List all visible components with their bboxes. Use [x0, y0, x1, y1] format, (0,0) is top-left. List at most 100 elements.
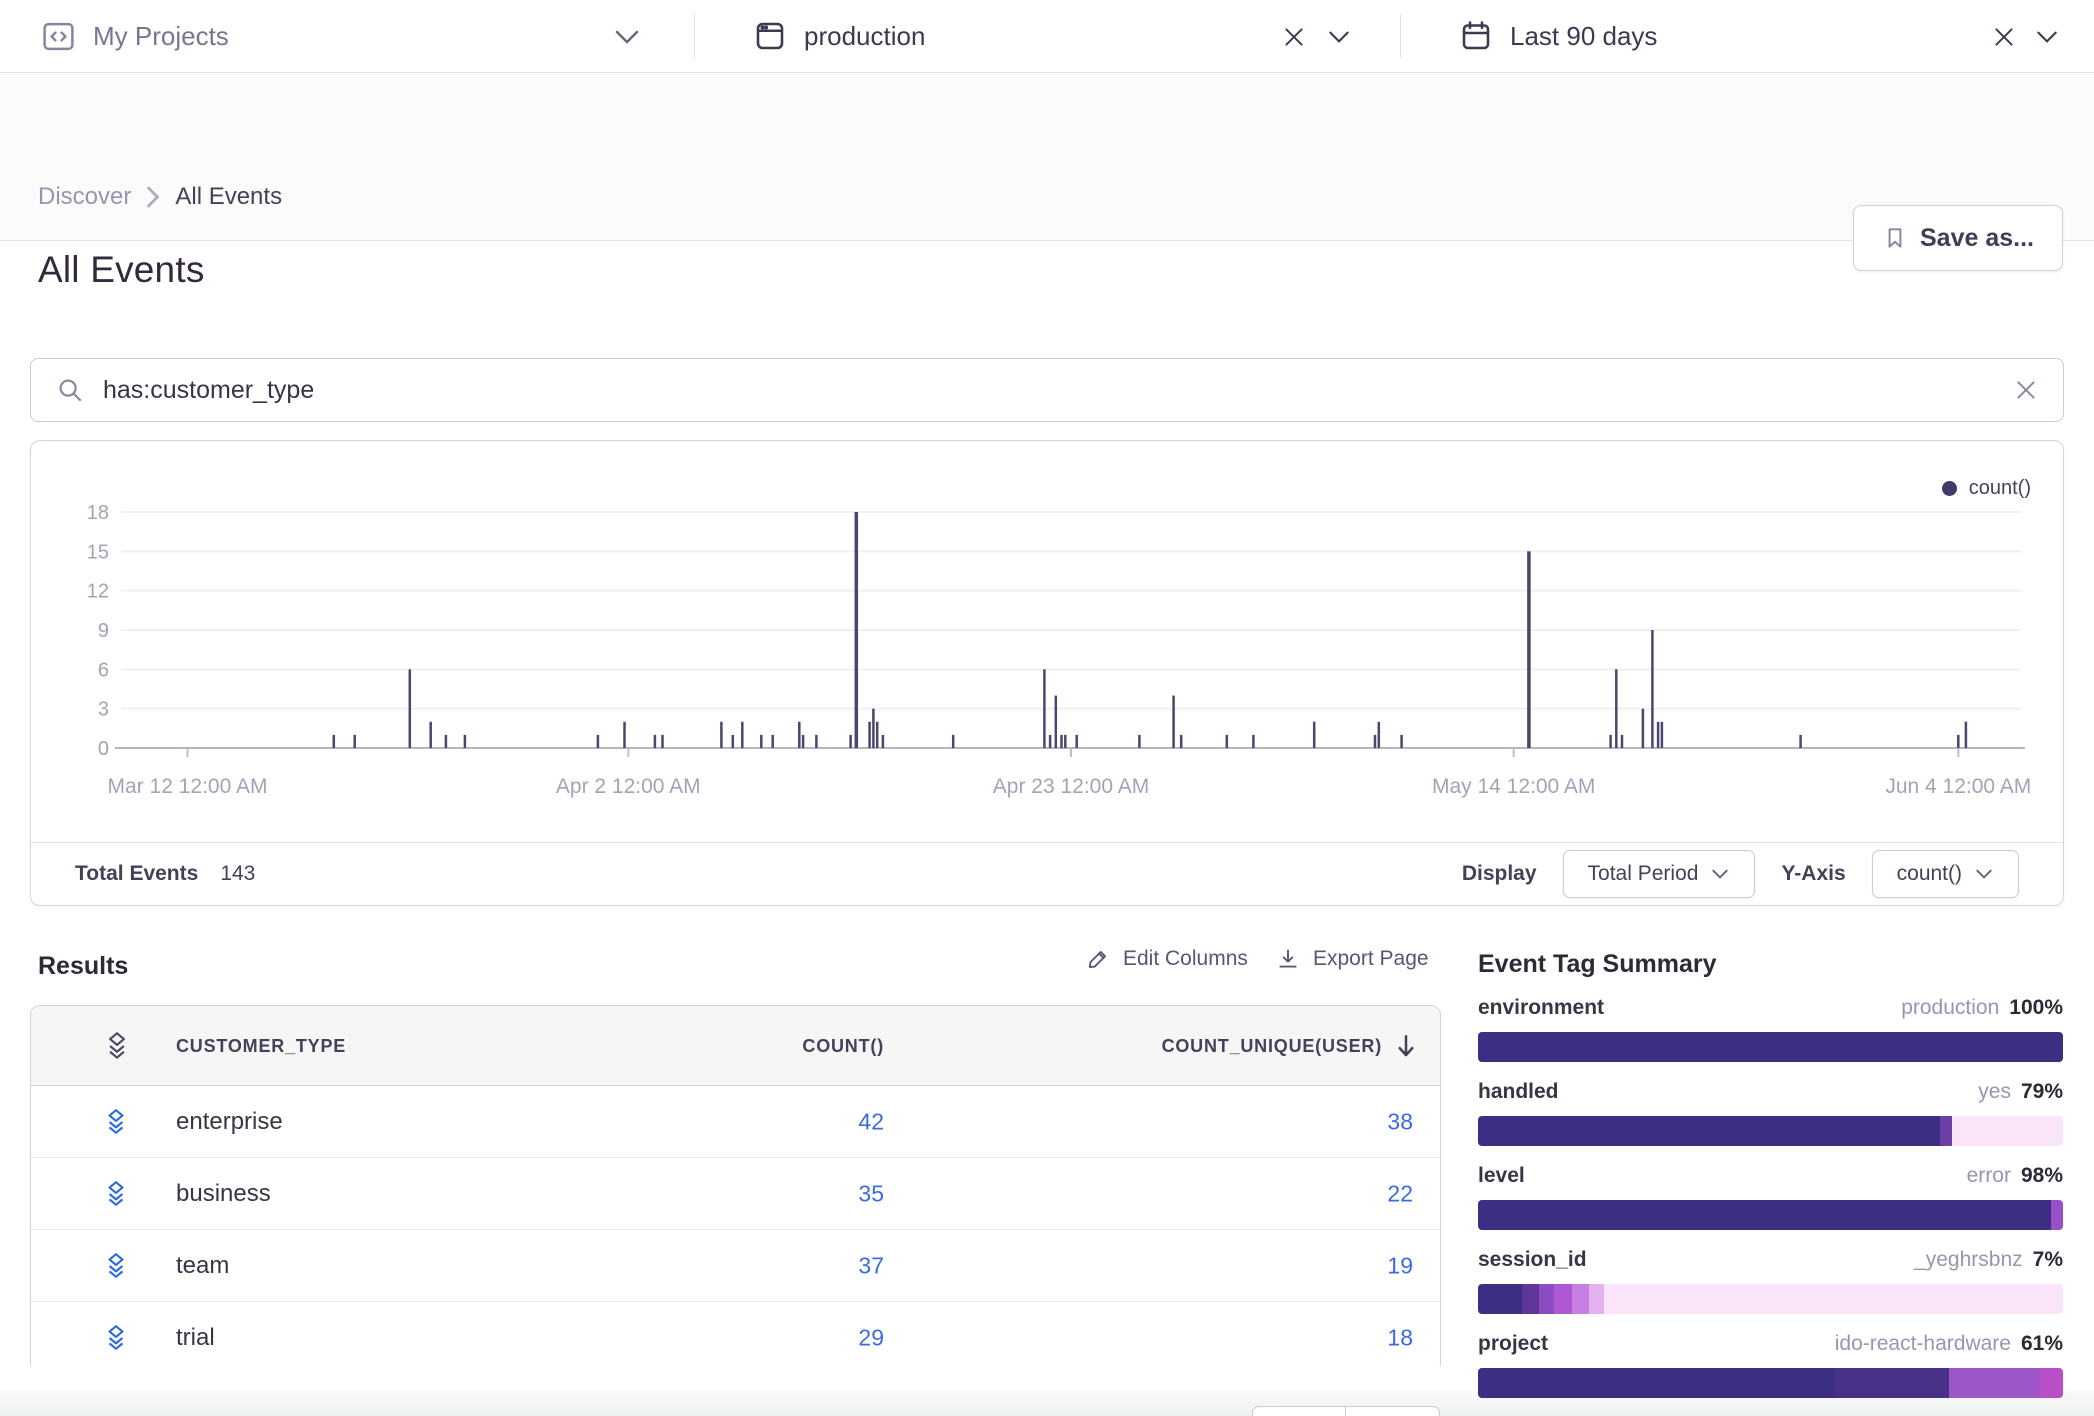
tag-top-value: production [1901, 996, 1999, 1020]
tag-key: level [1478, 1164, 1525, 1188]
display-select[interactable]: Total Period [1563, 850, 1756, 898]
pencil-icon [1085, 946, 1111, 972]
projects-icon [40, 18, 77, 55]
table-row[interactable]: team 37 19 [31, 1230, 1440, 1302]
tag-top-value: ido-react-hardware [1835, 1332, 2011, 1356]
count-unique-user-link[interactable]: 19 [1387, 1252, 1413, 1279]
total-events-value: 143 [220, 862, 255, 886]
search-icon [55, 375, 85, 405]
layers-icon [103, 1180, 129, 1208]
environment-filter[interactable]: production [752, 0, 925, 72]
chevron-down-icon[interactable] [1326, 28, 1352, 46]
page-header: Discover All Events All Events Save as..… [0, 73, 2094, 241]
project-selector[interactable]: My Projects [40, 0, 229, 72]
edit-columns-button[interactable]: Edit Columns [1085, 946, 1248, 972]
layers-icon [103, 1108, 129, 1136]
page-title: All Events [38, 249, 205, 291]
tag-key: session_id [1478, 1248, 1587, 1272]
calendar-icon [1458, 18, 1494, 54]
display-label: Display [1462, 862, 1537, 886]
tag-distribution-bar[interactable] [1478, 1284, 2063, 1314]
tag-percent: 7% [2033, 1248, 2063, 1272]
tag-key: project [1478, 1332, 1548, 1356]
svg-text:Apr 23 12:00 AM: Apr 23 12:00 AM [993, 775, 1149, 798]
chevron-down-icon[interactable] [2034, 28, 2060, 46]
download-icon [1275, 946, 1301, 972]
tag-percent: 100% [2009, 996, 2063, 1020]
svg-text:Mar 12 12:00 AM: Mar 12 12:00 AM [108, 775, 268, 798]
svg-text:May 14 12:00 AM: May 14 12:00 AM [1432, 775, 1595, 798]
topbar-divider [1400, 14, 1401, 58]
tag-distribution-bar[interactable] [1478, 1116, 2063, 1146]
chevron-down-icon [1974, 867, 1994, 881]
event-volume-chart: 0369121518Mar 12 12:00 AMApr 2 12:00 AMA… [31, 441, 2063, 841]
search-bar [30, 358, 2064, 422]
results-title: Results [38, 952, 128, 981]
count-link[interactable]: 29 [858, 1325, 884, 1352]
column-header-count-unique-user[interactable]: COUNT_UNIQUE(USER) [1162, 1036, 1382, 1057]
svg-text:3: 3 [98, 699, 109, 721]
tag-key: handled [1478, 1080, 1559, 1104]
close-icon[interactable] [1991, 24, 2017, 50]
tag-row-environment: environment production 100% [1478, 996, 2063, 1062]
table-header-row: CUSTOMER_TYPE COUNT() COUNT_UNIQUE(USER) [31, 1006, 1440, 1086]
save-as-button[interactable]: Save as... [1853, 205, 2063, 271]
tag-top-value: _yeghrsbnz [1914, 1248, 2023, 1272]
chevron-down-icon[interactable] [612, 26, 642, 48]
clear-search-icon[interactable] [2013, 377, 2039, 403]
close-icon[interactable] [1281, 24, 1307, 50]
tag-distribution-bar[interactable] [1478, 1368, 2063, 1398]
layers-icon [103, 1031, 131, 1061]
pagination-next-button[interactable] [1346, 1406, 1440, 1416]
count-link[interactable]: 37 [858, 1252, 884, 1279]
count-unique-user-link[interactable]: 38 [1387, 1108, 1413, 1135]
sort-arrow-down-icon[interactable] [1394, 1032, 1418, 1060]
table-row[interactable]: trial 29 18 [31, 1302, 1440, 1374]
tag-row-session-id: session_id _yeghrsbnz 7% [1478, 1248, 2063, 1314]
column-header-count[interactable]: COUNT() [802, 1036, 884, 1057]
table-row[interactable]: business 35 22 [31, 1158, 1440, 1230]
breadcrumb-current: All Events [175, 183, 282, 211]
count-unique-user-link[interactable]: 18 [1387, 1325, 1413, 1352]
date-range-filter[interactable]: Last 90 days [1458, 0, 1657, 72]
svg-text:Jun 4 12:00 AM: Jun 4 12:00 AM [1885, 775, 2031, 798]
global-filter-bar: My Projects production [0, 0, 2094, 73]
svg-text:15: 15 [87, 541, 109, 563]
count-unique-user-link[interactable]: 22 [1387, 1180, 1413, 1207]
window-icon [752, 18, 788, 54]
customer-type-value: trial [176, 1324, 215, 1352]
svg-text:18: 18 [87, 502, 109, 524]
svg-text:0: 0 [98, 738, 109, 760]
environment-filter-value: production [804, 21, 925, 52]
export-page-label: Export Page [1313, 947, 1429, 971]
count-link[interactable]: 42 [858, 1108, 884, 1135]
column-header-customer-type[interactable]: CUSTOMER_TYPE [176, 1036, 346, 1057]
display-select-value: Total Period [1588, 862, 1699, 886]
project-selector-label: My Projects [93, 21, 229, 52]
bookmark-icon [1882, 225, 1908, 251]
breadcrumb: Discover All Events [38, 183, 282, 211]
tag-percent: 79% [2021, 1080, 2063, 1104]
yaxis-select[interactable]: count() [1872, 850, 2019, 898]
svg-text:6: 6 [98, 659, 109, 681]
tag-distribution-bar[interactable] [1478, 1200, 2063, 1230]
customer-type-value: business [176, 1180, 271, 1208]
table-row[interactable]: enterprise 42 38 [31, 1086, 1440, 1158]
customer-type-value: team [176, 1252, 229, 1280]
svg-text:12: 12 [87, 581, 109, 603]
layers-icon [103, 1324, 129, 1352]
count-link[interactable]: 35 [858, 1180, 884, 1207]
chevron-right-icon [145, 185, 161, 209]
search-input[interactable] [103, 376, 1995, 405]
results-table: CUSTOMER_TYPE COUNT() COUNT_UNIQUE(USER)… [30, 1005, 1441, 1373]
tag-distribution-bar[interactable] [1478, 1032, 2063, 1062]
breadcrumb-discover-link[interactable]: Discover [38, 183, 131, 211]
tag-row-project: project ido-react-hardware 61% [1478, 1332, 2063, 1398]
tag-percent: 98% [2021, 1164, 2063, 1188]
tag-top-value: error [1967, 1164, 2011, 1188]
event-chart-panel: count() 0369121518Mar 12 12:00 AMApr 2 1… [30, 440, 2064, 906]
discover-page: My Projects production [0, 0, 2094, 1416]
export-page-button[interactable]: Export Page [1275, 946, 1429, 972]
pagination-prev-button[interactable] [1252, 1406, 1346, 1416]
svg-text:Apr 2 12:00 AM: Apr 2 12:00 AM [556, 775, 701, 798]
